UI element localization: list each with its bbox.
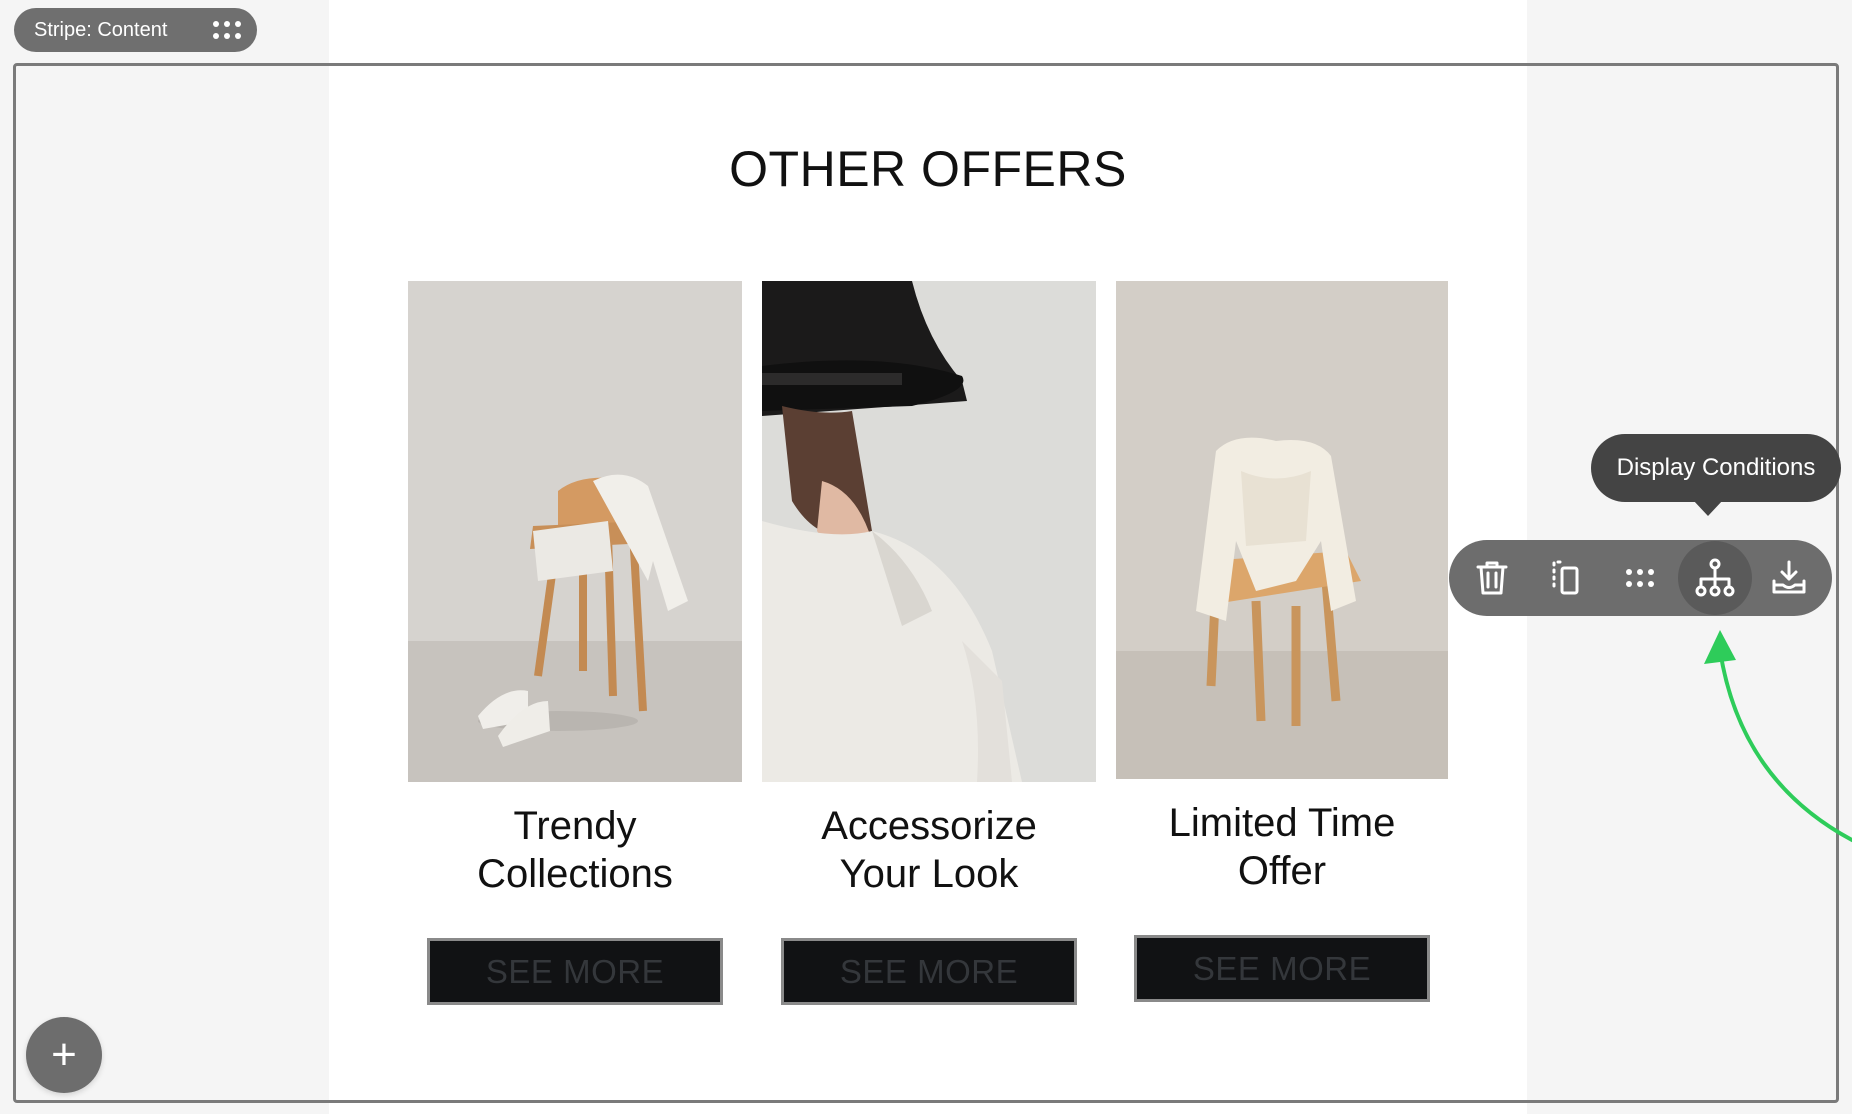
delete-button[interactable] [1455,541,1529,615]
offer-caption-line1: Accessorize [821,804,1037,848]
drag-dots-icon [1626,569,1655,587]
stripe-label-tag[interactable]: Stripe: Content [14,8,257,52]
offer-caption-line2: Collections [477,852,673,896]
editor-canvas: Stripe: Content OTHER OFFERS Trendy Coll… [0,0,1852,1114]
offer-caption: Accessorize Your Look [762,802,1096,898]
move-button[interactable] [1603,541,1677,615]
annotation-arrow [1704,630,1852,842]
display-conditions-button[interactable] [1677,541,1752,615]
duplicate-icon [1552,560,1579,595]
offer-caption-line1: Limited Time [1168,801,1396,845]
save-block-button[interactable] [1752,541,1826,615]
sitemap-icon [1695,558,1735,597]
offer-caption: Trendy Collections [408,802,742,898]
stripe-label: Stripe: Content [34,18,168,41]
offer-caption-line1: Trendy [513,804,637,848]
see-more-button[interactable]: SEE MORE [781,938,1077,1005]
display-conditions-tooltip: Display Conditions [1591,434,1841,516]
offer-caption-line2: Your Look [839,852,1019,896]
offer-image-woman-hat[interactable] [762,281,1096,782]
offer-caption-line2: Offer [1237,849,1327,893]
download-icon [1772,560,1806,594]
drag-dots-icon[interactable] [213,21,241,39]
offer-image-chair-sneakers[interactable] [408,281,742,782]
trash-icon [1476,561,1508,595]
add-block-button[interactable]: + [26,1017,102,1093]
offer-caption: Limited Time Offer [1116,799,1448,895]
element-toolbar [1449,540,1832,616]
duplicate-button[interactable] [1529,541,1603,615]
offer-image-chair-sweater[interactable] [1116,281,1448,779]
see-more-button[interactable]: SEE MORE [1134,935,1430,1002]
section-title: OTHER OFFERS [729,141,1127,197]
see-more-button[interactable]: SEE MORE [427,938,723,1005]
